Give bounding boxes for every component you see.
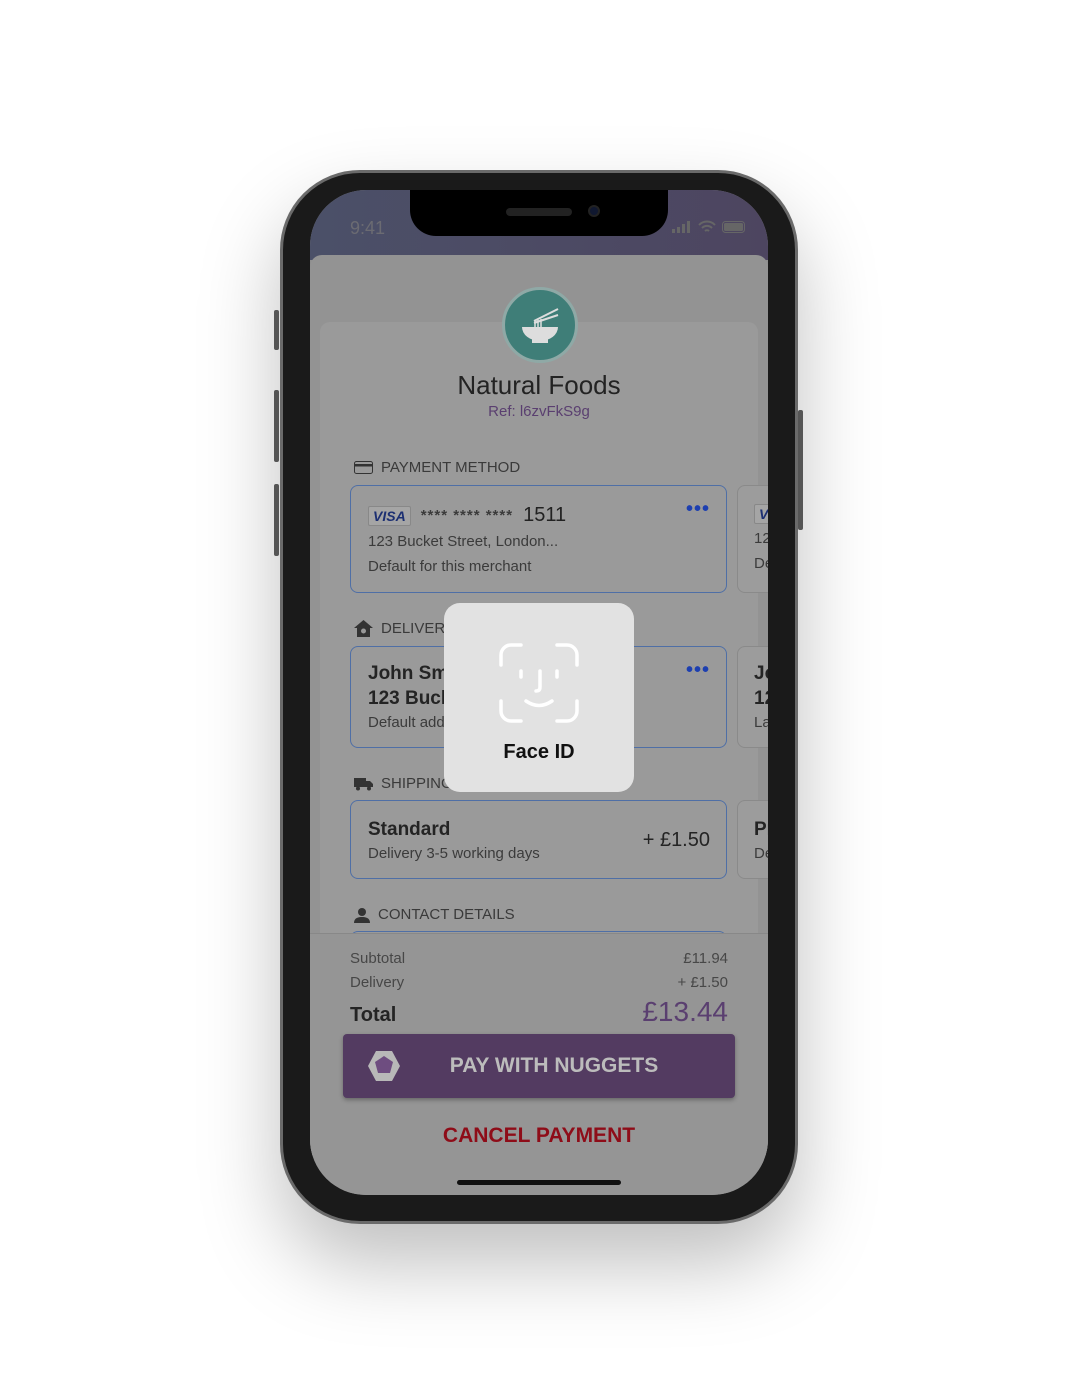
shipping-header: SHIPPING: [354, 775, 453, 792]
card-line: 12: [754, 530, 768, 547]
face-id-label: Face ID: [503, 741, 575, 763]
more-options-icon[interactable]: •••: [686, 498, 710, 521]
visa-logo: V: [754, 504, 768, 524]
mute-switch: [274, 310, 279, 350]
subtotal-label: Subtotal: [350, 950, 406, 967]
card-line: De: [754, 845, 768, 862]
card-line: La: [754, 714, 768, 731]
truck-icon: [354, 777, 373, 790]
screen: 9:41 Natural Foods Ref: l6zvFkS9g PAYMEN…: [310, 190, 768, 1195]
card-number-mask: **** **** ****: [420, 507, 514, 524]
signal-icon: [672, 220, 690, 233]
home-indicator[interactable]: [457, 1180, 621, 1185]
pay-with-nuggets-button[interactable]: PAY WITH NUGGETS: [343, 1034, 735, 1098]
shipping-option-selected[interactable]: Standard Delivery 3-5 working days + £1.…: [350, 800, 727, 879]
card-line: 12: [754, 688, 768, 709]
merchant-logo: [502, 287, 578, 363]
notch: [410, 190, 668, 236]
volume-down-button: [274, 484, 279, 556]
order-summary: Subtotal £11.94 Delivery + £1.50 Total £13.…: [310, 933, 768, 1195]
subtotal-value: £11.94: [683, 950, 728, 967]
home-icon: [354, 620, 373, 637]
total-label: Total: [350, 1004, 397, 1026]
merchant-name: Natural Foods: [457, 370, 621, 400]
payment-method-header: PAYMENT METHOD: [354, 459, 520, 476]
wifi-icon: [698, 220, 716, 232]
noodle-bowl-icon: [522, 308, 559, 343]
section-label: PAYMENT METHOD: [381, 459, 521, 476]
payment-card-next[interactable]: V 12 De: [737, 485, 768, 593]
payment-reference: Ref: l6zvFkS9g: [488, 403, 590, 420]
delivery-header: DELIVERY: [354, 620, 455, 637]
battery-icon: [722, 220, 745, 233]
nuggets-gem-icon: [368, 1051, 400, 1081]
card-line: Pr: [754, 819, 768, 840]
section-label: CONTACT DETAILS: [378, 906, 515, 923]
credit-card-icon: [354, 461, 373, 474]
delivery-value: + £1.50: [677, 974, 728, 991]
volume-up-button: [274, 390, 279, 462]
face-id-dialog: Face ID: [444, 603, 634, 792]
delivery-label: Delivery: [350, 974, 405, 991]
shipping-option-next[interactable]: Pr De: [737, 800, 768, 879]
shipping-price: + £1.50: [642, 829, 710, 851]
card-line: De: [754, 555, 768, 572]
card-default-note: Default for this merchant: [368, 558, 532, 575]
cancel-payment-button[interactable]: CANCEL PAYMENT: [310, 1124, 768, 1148]
face-id-icon: [499, 643, 579, 723]
total-value: £13.44: [642, 996, 728, 1027]
more-options-icon[interactable]: •••: [686, 659, 710, 682]
power-button: [798, 410, 803, 530]
card-address: 123 Bucket Street, London...: [368, 533, 559, 550]
visa-logo: VISA: [368, 505, 411, 526]
delivery-address-next[interactable]: Jo 12 La: [737, 646, 768, 748]
pay-button-label: PAY WITH NUGGETS: [449, 1054, 659, 1077]
payment-card-selected[interactable]: VISA **** **** **** 1511 123 Bucket Stre…: [350, 485, 727, 593]
contact-header: CONTACT DETAILS: [354, 906, 515, 923]
card-last4: 1511: [523, 504, 567, 526]
status-time: 9:41: [350, 218, 386, 238]
card-line: Jo: [754, 663, 768, 684]
section-label: SHIPPING: [381, 775, 453, 792]
person-icon: [354, 907, 370, 923]
